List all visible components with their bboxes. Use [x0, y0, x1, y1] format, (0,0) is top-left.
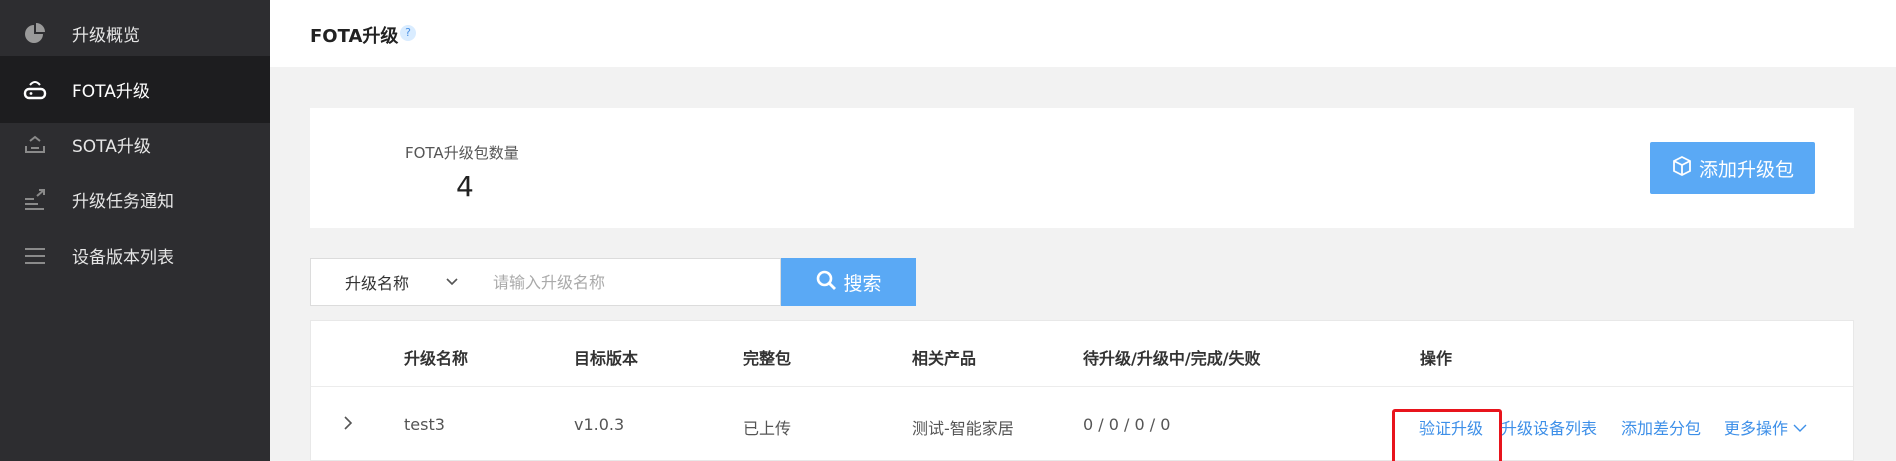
search-input[interactable]	[473, 258, 781, 306]
chevron-right-icon[interactable]	[341, 415, 355, 435]
search-field-select[interactable]: 升级名称	[310, 258, 474, 306]
column-header: 操作	[1420, 349, 1453, 368]
search-button-label: 搜索	[843, 272, 882, 295]
verify-upgrade-link[interactable]: 验证升级	[1419, 415, 1483, 439]
column-header: 完整包	[743, 349, 792, 368]
sidebar-item-label: SOTA升级	[72, 137, 151, 157]
stats-card: FOTA升级包数量 4 添加升级包	[310, 108, 1854, 228]
upgrade-device-list-link[interactable]: 升级设备列表	[1501, 415, 1597, 439]
list-icon	[22, 243, 48, 269]
sidebar-item-label: 升级任务通知	[72, 192, 174, 212]
sidebar-item-device-versions[interactable]: 设备版本列表	[0, 222, 270, 289]
search-icon	[815, 269, 837, 296]
column-header: 升级名称	[404, 349, 469, 368]
sidebar-item-label: FOTA升级	[72, 82, 150, 102]
chevron-down-icon	[1793, 419, 1807, 438]
chevron-down-icon	[445, 273, 459, 292]
package-count-label: FOTA升级包数量	[405, 144, 519, 162]
cell-progress: 0 / 0 / 0 / 0	[1083, 415, 1171, 434]
add-package-label: 添加升级包	[1698, 158, 1794, 181]
table-row: test3 v1.0.3 已上传 测试-智能家居 0 / 0 / 0 / 0 验…	[311, 387, 1853, 461]
more-actions-label: 更多操作	[1724, 419, 1789, 438]
column-header: 相关产品	[912, 349, 977, 368]
add-diff-package-link[interactable]: 添加差分包	[1621, 415, 1701, 439]
cell-version: v1.0.3	[574, 415, 625, 434]
page-header: FOTA升级 ?	[270, 0, 1896, 67]
cell-name: test3	[404, 415, 445, 434]
cell-product: 测试-智能家居	[912, 419, 1014, 438]
upgrade-table: 升级名称 目标版本 完整包 相关产品 待升级/升级中/完成/失败 操作 test…	[310, 320, 1854, 461]
search-button[interactable]: 搜索	[781, 258, 916, 306]
router-icon	[22, 77, 48, 103]
add-package-button[interactable]: 添加升级包	[1650, 142, 1815, 194]
sidebar-item-label: 升级概览	[72, 26, 140, 46]
page-title: FOTA升级	[310, 26, 399, 47]
column-header: 待升级/升级中/完成/失败	[1083, 349, 1261, 368]
package-box-icon	[1671, 155, 1693, 182]
sidebar: 升级概览 FOTA升级 SOTA升级 升级任务通知 设备版本列表	[0, 0, 270, 461]
task-notify-icon	[22, 187, 48, 213]
pie-chart-icon	[22, 21, 48, 47]
table-header: 升级名称 目标版本 完整包 相关产品 待升级/升级中/完成/失败 操作	[311, 321, 1853, 387]
question-icon[interactable]: ?	[400, 25, 416, 41]
more-actions-link[interactable]: 更多操作	[1724, 415, 1807, 439]
column-header: 目标版本	[574, 349, 639, 368]
sidebar-item-label: 设备版本列表	[72, 248, 174, 268]
upload-tray-icon	[22, 132, 48, 158]
cell-package: 已上传	[743, 419, 792, 438]
select-value: 升级名称	[345, 274, 410, 293]
package-count-value: 4	[456, 170, 474, 203]
